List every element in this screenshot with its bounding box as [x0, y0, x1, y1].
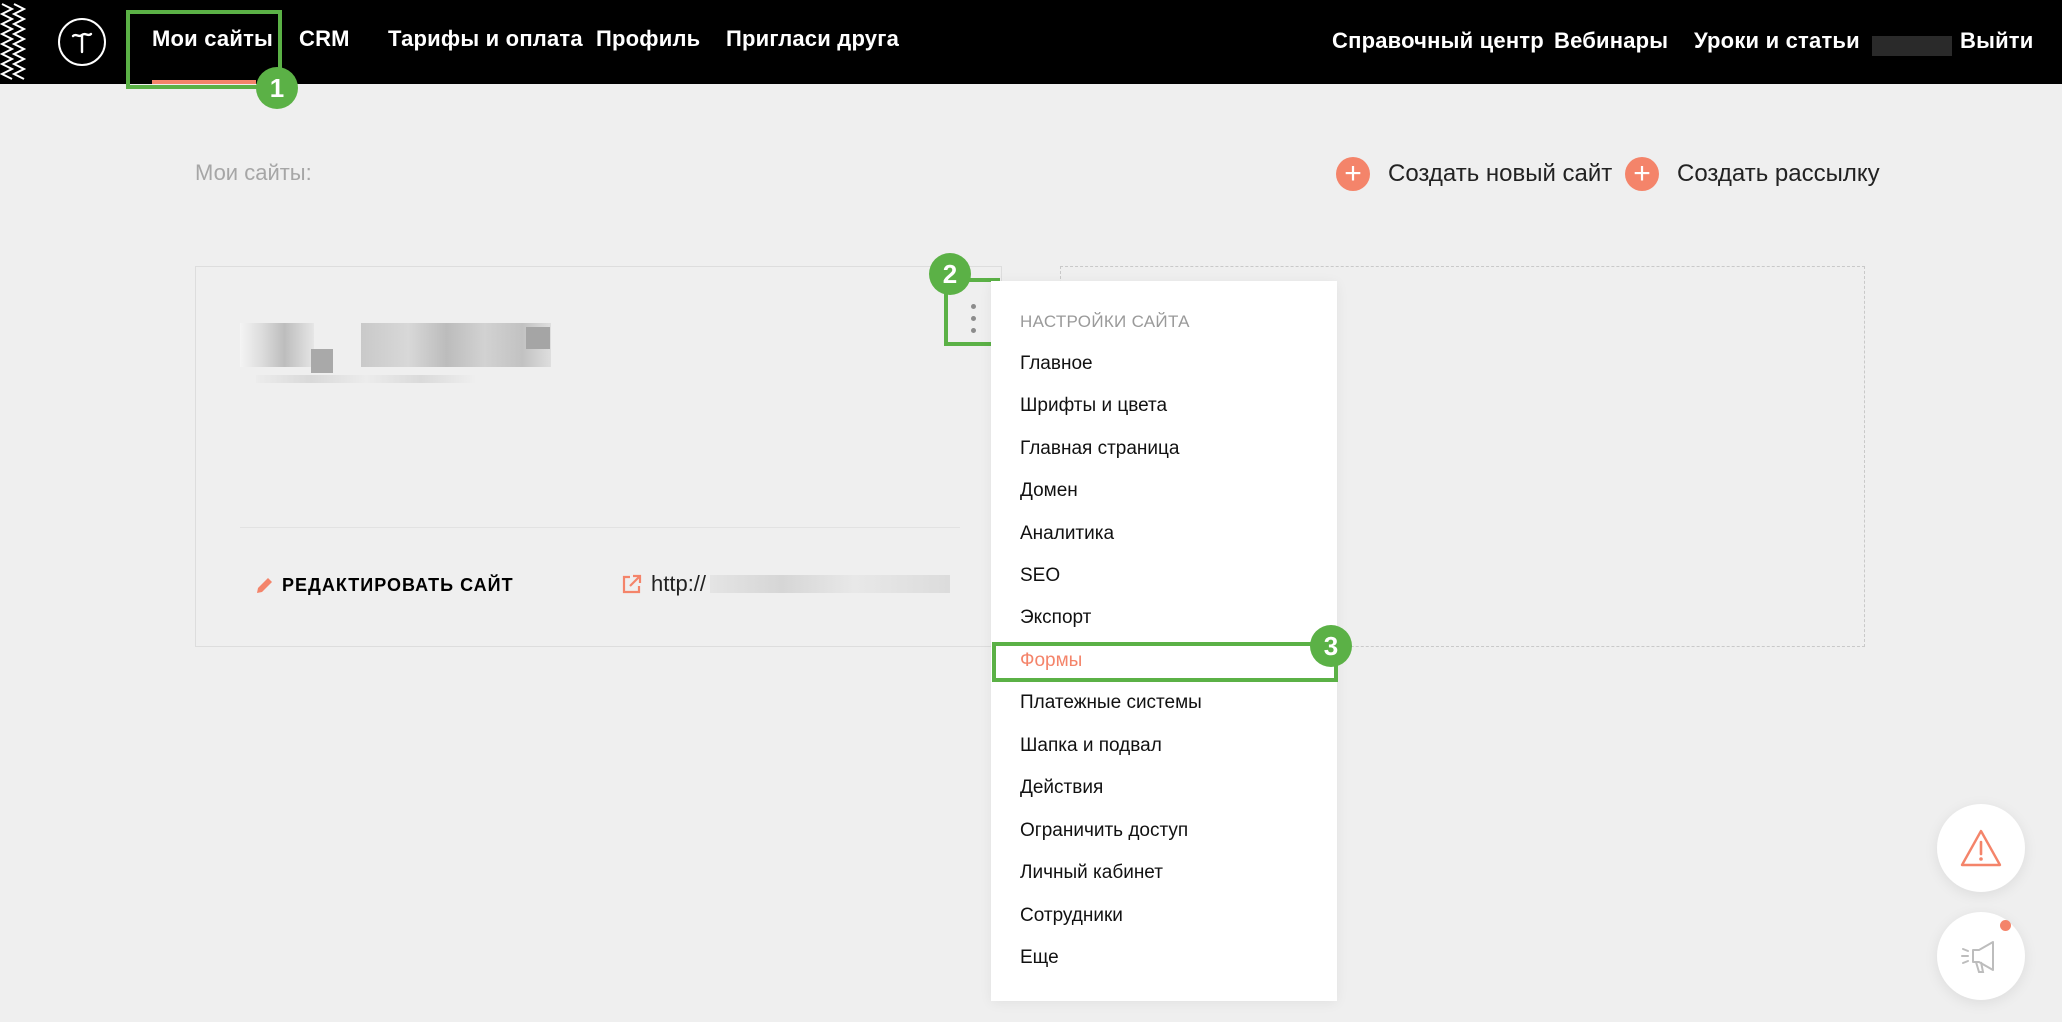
annotation-badge-3: 3 — [1310, 625, 1352, 667]
nav-lessons[interactable]: Уроки и статьи — [1694, 28, 1860, 54]
create-mailing-button[interactable]: + Создать рассылку — [1625, 157, 1880, 191]
warning-icon — [1960, 829, 2002, 867]
nav-help-center[interactable]: Справочный центр — [1332, 28, 1544, 54]
megaphone-icon — [1961, 941, 1994, 973]
blurred-site-name — [240, 323, 314, 367]
blurred-site-name — [526, 327, 550, 349]
menu-item-export[interactable]: Экспорт — [1020, 607, 1091, 629]
tilda-logo-icon[interactable] — [58, 18, 106, 66]
menu-header: НАСТРОЙКИ САЙТА — [1020, 312, 1190, 331]
create-new-site-label: Создать новый сайт — [1388, 160, 1613, 187]
top-navigation-bar: Мои сайты CRM Тарифы и оплата Профиль Пр… — [0, 0, 2062, 84]
site-url-text: http:// — [651, 571, 707, 596]
report-problem-button[interactable] — [1937, 804, 2025, 892]
menu-item-analytics[interactable]: Аналитика — [1020, 523, 1114, 545]
site-url-link[interactable]: http:// — [621, 571, 951, 597]
page-title: Мои сайты: — [195, 160, 312, 185]
menu-item-staff[interactable]: Сотрудники — [1020, 905, 1123, 927]
card-divider — [240, 527, 960, 528]
menu-item-personal-account[interactable]: Личный кабинет — [1020, 862, 1163, 884]
menu-item-fonts-colors[interactable]: Шрифты и цвета — [1020, 395, 1167, 417]
menu-item-restrict-access[interactable]: Ограничить доступ — [1020, 820, 1188, 842]
nav-tariffs[interactable]: Тарифы и оплата — [388, 26, 583, 52]
annotation-badge-1: 1 — [256, 67, 298, 109]
site-card: РЕДАКТИРОВАТЬ САЙТ http:// — [195, 266, 1002, 647]
redacted-username — [1872, 36, 1952, 56]
annotation-badge-2: 2 — [929, 253, 971, 295]
menu-item-actions[interactable]: Действия — [1020, 777, 1103, 799]
nav-webinars[interactable]: Вебинары — [1554, 28, 1668, 54]
plus-icon: + — [1625, 157, 1659, 191]
menu-item-payment-systems[interactable]: Платежные системы — [1020, 692, 1202, 714]
edit-site-button[interactable]: РЕДАКТИРОВАТЬ САЙТ — [254, 575, 514, 596]
blurred-site-name — [311, 349, 333, 373]
create-mailing-label: Создать рассылку — [1677, 160, 1880, 187]
highlight-box-3 — [992, 642, 1338, 682]
menu-item-main[interactable]: Главное — [1020, 353, 1093, 375]
zigzag-decoration-icon — [0, 3, 26, 80]
plus-icon: + — [1336, 157, 1370, 191]
menu-item-domain[interactable]: Домен — [1020, 480, 1078, 502]
pencil-icon — [257, 577, 272, 593]
site-settings-menu: НАСТРОЙКИ САЙТА Главное Шрифты и цвета Г… — [991, 281, 1337, 1001]
blurred-site-url — [710, 575, 951, 593]
nav-logout[interactable]: Выйти — [1960, 28, 2034, 54]
nav-invite-friend[interactable]: Пригласи друга — [726, 26, 899, 52]
blurred-site-subtitle — [256, 375, 476, 383]
menu-item-home-page[interactable]: Главная страница — [1020, 438, 1180, 460]
external-link-icon — [622, 574, 642, 594]
blurred-site-name — [361, 323, 551, 367]
create-new-site-button[interactable]: + Создать новый сайт — [1336, 157, 1612, 191]
menu-item-more[interactable]: Еще — [1020, 947, 1059, 969]
nav-profile[interactable]: Профиль — [596, 26, 700, 52]
menu-item-seo[interactable]: SEO — [1020, 565, 1060, 587]
menu-item-header-footer[interactable]: Шапка и подвал — [1020, 735, 1162, 757]
edit-site-label: РЕДАКТИРОВАТЬ САЙТ — [282, 575, 514, 595]
notification-dot — [2000, 920, 2011, 931]
announcements-button[interactable] — [1937, 912, 2025, 1000]
nav-crm[interactable]: CRM — [299, 26, 350, 52]
